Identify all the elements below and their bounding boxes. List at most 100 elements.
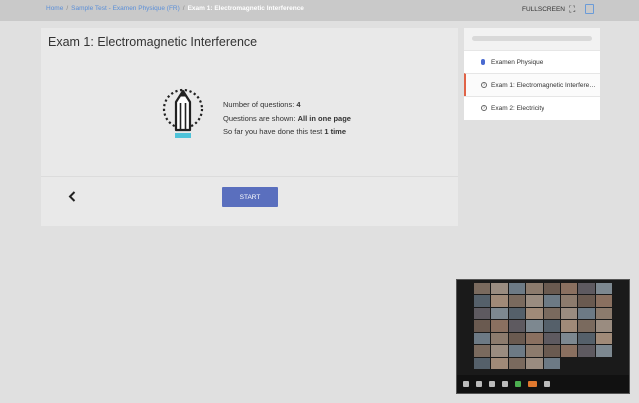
participant-tile bbox=[474, 307, 491, 320]
sidebar-item-label: Exam 1: Electromagnetic Interference bbox=[491, 81, 599, 89]
participant-tile bbox=[508, 307, 526, 320]
participant-tile bbox=[526, 345, 543, 357]
participant-tile bbox=[543, 357, 560, 369]
participant-tile bbox=[578, 283, 595, 295]
record-icon[interactable] bbox=[528, 381, 537, 387]
display-mode-label: Questions are shown: bbox=[223, 113, 296, 123]
chat-icon[interactable] bbox=[502, 381, 508, 387]
sidebar-header bbox=[464, 28, 600, 50]
participant-tile bbox=[526, 357, 543, 369]
participant-tile bbox=[491, 345, 508, 357]
exam-card: Exam 1: Electromagnetic Interference Num… bbox=[41, 28, 458, 226]
sidebar-item-exam-1[interactable]: ? Exam 1: Electromagnetic Interference bbox=[464, 73, 600, 96]
attempts-row: So far you have done this test 1 time bbox=[223, 125, 351, 139]
participant-tile bbox=[491, 283, 508, 295]
participants-icon[interactable] bbox=[489, 381, 495, 387]
participant-tile bbox=[595, 295, 612, 307]
participant-tile bbox=[543, 283, 560, 295]
fullscreen-icon: ⛶ bbox=[568, 4, 576, 14]
share-screen-icon[interactable] bbox=[515, 381, 521, 387]
participant-tile bbox=[526, 332, 543, 345]
fullscreen-button[interactable]: FULLSCREEN ⛶ bbox=[522, 5, 575, 14]
participant-tile bbox=[560, 307, 578, 320]
participant-tile bbox=[595, 332, 612, 345]
exam-info: Number of questions: 4 Questions are sho… bbox=[223, 98, 351, 139]
participant-tile bbox=[508, 332, 526, 345]
participant-tile bbox=[474, 320, 491, 332]
bookmark-icon[interactable] bbox=[585, 4, 594, 14]
participant-tile bbox=[474, 332, 491, 345]
breadcrumb: Home / Sample Test - Examen Physique (FR) /… bbox=[46, 5, 304, 12]
video-call-toolbar bbox=[457, 375, 629, 393]
participant-tile bbox=[474, 295, 491, 307]
sidebar-progress-bar bbox=[472, 36, 592, 41]
question-circle-icon: ? bbox=[481, 105, 487, 111]
sidebar-item-label: Exam 2: Electricity bbox=[491, 104, 545, 112]
participant-tile bbox=[595, 320, 612, 332]
participant-tile bbox=[560, 320, 578, 332]
breadcrumb-current: Exam 1: Electromagnetic Interference bbox=[187, 5, 304, 12]
top-bar: Home / Sample Test - Examen Physique (FR) /… bbox=[0, 0, 639, 21]
chevron-left-icon bbox=[68, 190, 76, 202]
participant-tile bbox=[491, 307, 508, 320]
participant-tile bbox=[491, 295, 508, 307]
breadcrumb-separator: / bbox=[182, 5, 185, 12]
question-circle-icon: ? bbox=[481, 82, 487, 88]
participant-tile bbox=[526, 307, 543, 320]
sidebar-item-examen-physique[interactable]: Examen Physique bbox=[464, 50, 600, 73]
participant-tile bbox=[508, 357, 526, 369]
sidebar: Examen Physique ? Exam 1: Electromagneti… bbox=[464, 28, 600, 120]
breadcrumb-course-link[interactable]: Sample Test - Examen Physique (FR) bbox=[71, 5, 180, 12]
sidebar-item-label: Examen Physique bbox=[491, 58, 544, 66]
participant-tile bbox=[474, 345, 491, 357]
divider bbox=[41, 176, 458, 177]
participant-tile bbox=[491, 320, 508, 332]
questions-count-row: Number of questions: 4 bbox=[223, 98, 351, 112]
participant-tile bbox=[526, 295, 543, 307]
participant-tile bbox=[578, 307, 595, 320]
display-mode-row: Questions are shown: All in one page bbox=[223, 112, 351, 126]
mute-icon[interactable] bbox=[463, 381, 469, 387]
video-call-thumbnail[interactable] bbox=[456, 279, 630, 394]
participant-grid bbox=[474, 283, 612, 369]
participant-tile bbox=[508, 345, 526, 357]
start-button[interactable]: START bbox=[222, 187, 278, 207]
participant-tile bbox=[578, 345, 595, 357]
breadcrumb-separator: / bbox=[66, 5, 69, 12]
participant-tile bbox=[543, 320, 560, 332]
participant-tile bbox=[508, 295, 526, 307]
participant-tile bbox=[526, 283, 543, 295]
participant-tile bbox=[543, 295, 560, 307]
participant-tile bbox=[578, 332, 595, 345]
participant-tile bbox=[491, 357, 508, 369]
participant-tile bbox=[474, 283, 491, 295]
display-mode-value: All in one page bbox=[297, 113, 351, 123]
pencil-icon bbox=[162, 88, 204, 138]
participant-tile bbox=[491, 332, 508, 345]
back-button[interactable] bbox=[65, 188, 79, 204]
sidebar-item-exam-2[interactable]: ? Exam 2: Electricity bbox=[464, 96, 600, 119]
participant-tile bbox=[526, 320, 543, 332]
participant-tile bbox=[578, 295, 595, 307]
participant-tile bbox=[543, 345, 560, 357]
participant-tile bbox=[508, 320, 526, 332]
participant-tile bbox=[508, 283, 526, 295]
participant-tile bbox=[560, 332, 578, 345]
page-title: Exam 1: Electromagnetic Interference bbox=[48, 35, 258, 49]
participant-tile bbox=[595, 307, 612, 320]
participant-tile bbox=[543, 332, 560, 345]
participant-tile bbox=[595, 283, 612, 295]
camera-icon[interactable] bbox=[476, 381, 482, 387]
participant-tile bbox=[560, 295, 578, 307]
attempts-label: So far you have done this test bbox=[223, 127, 323, 136]
reactions-icon[interactable] bbox=[544, 381, 550, 387]
participant-tile bbox=[474, 357, 491, 369]
breadcrumb-home-link[interactable]: Home bbox=[46, 5, 63, 12]
microphone-icon bbox=[481, 59, 485, 65]
participant-tile bbox=[543, 307, 560, 320]
attempts-value: 1 time bbox=[324, 127, 347, 136]
participant-tile bbox=[560, 283, 578, 295]
fullscreen-label: FULLSCREEN bbox=[522, 6, 565, 13]
participant-tile bbox=[595, 345, 612, 357]
questions-count-label: Number of questions: bbox=[223, 100, 295, 109]
